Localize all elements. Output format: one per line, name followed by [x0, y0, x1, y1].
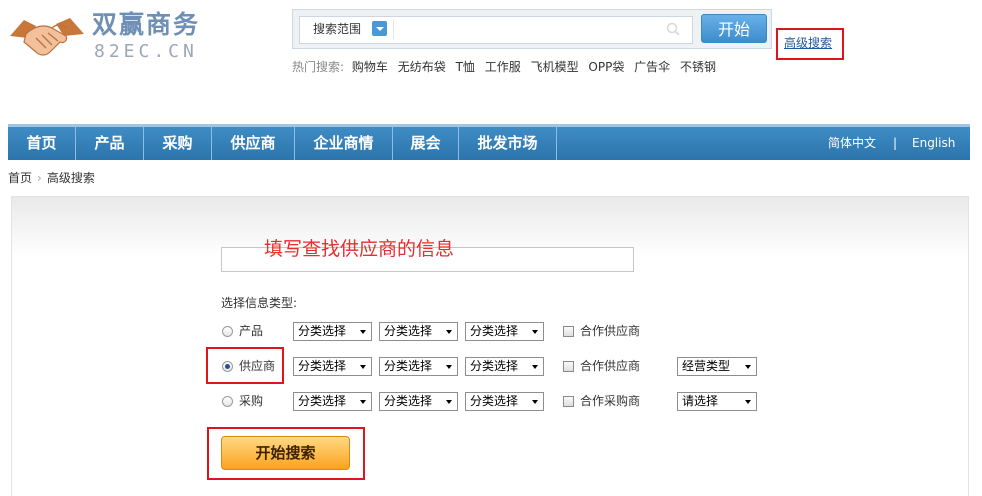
hot-searches-label: 热门搜索: — [292, 60, 345, 74]
category-select-2[interactable]: 分类选择 — [379, 357, 458, 376]
hot-searches: 热门搜索: 购物车 无纺布袋 T恤 工作服 飞机模型 OPP袋 广告伞 不锈钢 — [292, 59, 722, 75]
hot-search-item[interactable]: 工作服 — [485, 60, 521, 74]
business-type-select[interactable]: 经营类型 — [677, 357, 757, 376]
logo-title[interactable]: 双赢商务 — [92, 10, 200, 40]
main-nav: 首页 产品 采购 供应商 企业商情 展会 批发市场 简体中文 | English — [8, 124, 970, 160]
hot-search-item[interactable]: 无纺布袋 — [398, 60, 446, 74]
lang-divider: | — [893, 136, 898, 150]
hot-search-item[interactable]: 广告伞 — [634, 60, 670, 74]
lang-english-link[interactable]: English — [912, 127, 955, 160]
category-select-1[interactable]: 分类选择 — [293, 357, 372, 376]
nav-item-wholesale[interactable]: 批发市场 — [459, 127, 556, 160]
partner-supplier-checkbox[interactable] — [563, 361, 574, 372]
lang-chinese-link[interactable]: 简体中文 — [828, 127, 876, 160]
category-select-3[interactable]: 分类选择 — [465, 392, 544, 411]
nav-item-suppliers[interactable]: 供应商 — [212, 127, 294, 160]
breadcrumb: 首页 › 高级搜索 — [8, 170, 95, 186]
dropdown-arrow-icon[interactable] — [372, 21, 387, 36]
category-select-2[interactable]: 分类选择 — [379, 322, 458, 341]
category-select-1[interactable]: 分类选择 — [293, 392, 372, 411]
search-magnifier-icon — [666, 22, 680, 36]
purchase-type-select[interactable]: 请选择 — [677, 392, 757, 411]
search-divider — [393, 19, 394, 39]
radio-purchase-label[interactable]: 采购 — [239, 393, 263, 409]
partner-supplier-checkbox[interactable] — [563, 326, 574, 337]
nav-divider — [556, 127, 557, 160]
highlight-box-start-search — [207, 427, 365, 480]
category-select-2[interactable]: 分类选择 — [379, 392, 458, 411]
nav-item-home[interactable]: 首页 — [8, 127, 75, 160]
nav-item-business-news[interactable]: 企业商情 — [295, 127, 392, 160]
hot-search-item[interactable]: 购物车 — [352, 60, 388, 74]
hot-search-item[interactable]: 不锈钢 — [680, 60, 716, 74]
hot-search-item[interactable]: OPP袋 — [588, 60, 624, 74]
category-select-3[interactable]: 分类选择 — [465, 322, 544, 341]
partner-supplier-label[interactable]: 合作供应商 — [580, 323, 640, 339]
partner-buyer-checkbox[interactable] — [563, 396, 574, 407]
search-submit-button[interactable]: 开始 — [701, 14, 767, 43]
info-type-label: 选择信息类型: — [221, 296, 298, 310]
keyword-hint: 填写查找供应商的信息 — [264, 238, 455, 260]
breadcrumb-current: 高级搜索 — [46, 171, 95, 185]
radio-products-label[interactable]: 产品 — [239, 323, 263, 339]
partner-supplier-label[interactable]: 合作供应商 — [580, 358, 640, 374]
search-scope-label[interactable]: 搜索范围 — [313, 21, 361, 37]
radio-products[interactable] — [222, 326, 233, 337]
category-select-3[interactable]: 分类选择 — [465, 357, 544, 376]
advanced-search-panel — [11, 196, 969, 496]
handshake-logo-icon — [10, 18, 84, 56]
nav-item-products[interactable]: 产品 — [76, 127, 143, 160]
highlight-box-advanced-search — [776, 28, 844, 60]
breadcrumb-arrow-icon: › — [37, 171, 42, 185]
partner-buyer-label[interactable]: 合作采购商 — [580, 393, 640, 409]
hot-search-item[interactable]: 飞机模型 — [531, 60, 579, 74]
logo-domain: 82EC.CN — [94, 41, 198, 62]
breadcrumb-home-link[interactable]: 首页 — [8, 171, 32, 185]
nav-item-purchase[interactable]: 采购 — [144, 127, 211, 160]
category-select-1[interactable]: 分类选择 — [293, 322, 372, 341]
radio-purchase[interactable] — [222, 396, 233, 407]
nav-item-exhibitions[interactable]: 展会 — [393, 127, 458, 160]
hot-search-item[interactable]: T恤 — [456, 60, 475, 74]
highlight-box-supplier-radio — [206, 347, 284, 384]
